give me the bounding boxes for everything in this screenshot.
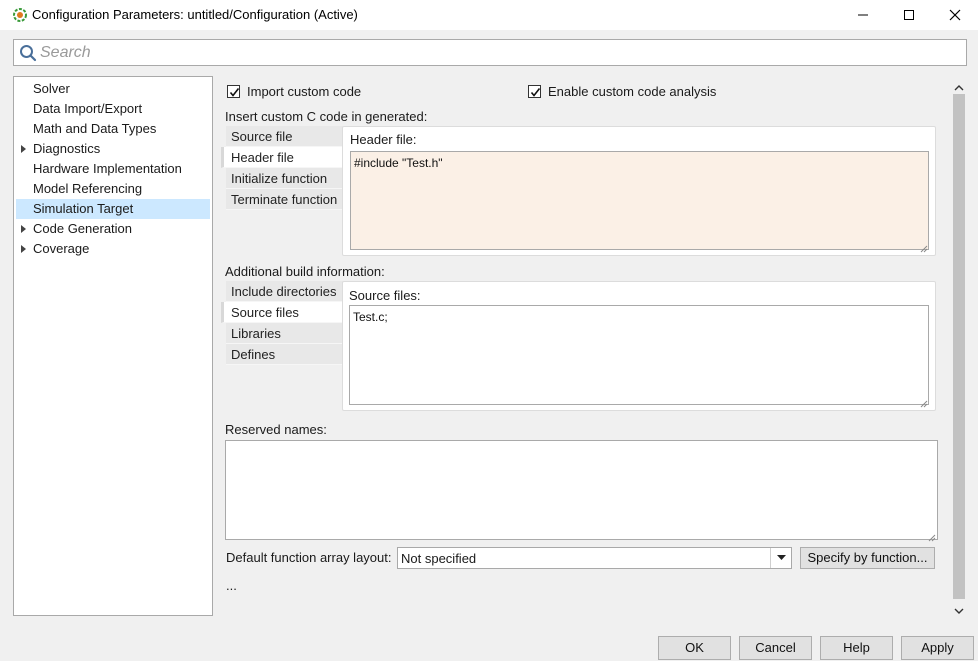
enable-analysis-label[interactable]: Enable custom code analysis	[548, 84, 716, 99]
tab-initialize-function[interactable]: Initialize function	[226, 168, 343, 189]
source-files-textarea[interactable]: Test.c;	[349, 305, 929, 405]
tree-item-label: Hardware Implementation	[33, 161, 182, 176]
help-button[interactable]: Help	[820, 636, 893, 660]
expand-arrow-icon[interactable]	[21, 225, 26, 233]
tree-item-solver[interactable]: Solver	[16, 79, 210, 99]
tree-item-label: Diagnostics	[33, 141, 101, 156]
expand-arrow-icon[interactable]	[21, 145, 26, 153]
scroll-up-icon[interactable]	[954, 80, 964, 91]
search-box[interactable]	[13, 39, 967, 66]
tree-item-simulation-target[interactable]: Simulation Target	[16, 199, 210, 219]
tree-item-math-data-types[interactable]: Math and Data Types	[16, 119, 210, 139]
expand-arrow-icon[interactable]	[21, 245, 26, 253]
tree-item-label: Solver	[33, 81, 70, 96]
array-layout-value: Not specified	[401, 551, 477, 566]
tree-item-label: Math and Data Types	[33, 121, 157, 136]
specify-by-function-button[interactable]: Specify by function...	[800, 547, 935, 569]
reserved-names-label: Reserved names:	[225, 422, 327, 437]
minimize-button[interactable]	[840, 0, 886, 30]
simulink-app-icon	[12, 7, 28, 23]
category-tree: Solver Data Import/Export Math and Data …	[13, 76, 213, 616]
header-file-panel: Header file: #include "Test.h"	[342, 126, 936, 256]
title-bar: Configuration Parameters: untitled/Confi…	[0, 0, 978, 30]
close-button[interactable]	[932, 0, 978, 30]
apply-button[interactable]: Apply	[901, 636, 974, 660]
search-input[interactable]	[40, 40, 960, 65]
array-layout-dropdown[interactable]: Not specified	[397, 547, 792, 569]
tree-item-coverage[interactable]: Coverage	[16, 239, 210, 259]
maximize-button[interactable]	[886, 0, 932, 30]
maximize-icon	[904, 10, 914, 20]
checkmark-icon	[530, 88, 541, 97]
tab-terminate-function[interactable]: Terminate function	[226, 189, 343, 210]
source-files-label: Source files:	[349, 288, 421, 303]
ok-button[interactable]: OK	[658, 636, 731, 660]
custom-code-section-label: Insert custom C code in generated:	[225, 109, 428, 124]
header-file-label: Header file:	[350, 132, 417, 147]
source-files-panel: Source files: Test.c;	[342, 281, 936, 411]
build-info-section-label: Additional build information:	[225, 264, 385, 279]
tree-item-label: Code Generation	[33, 221, 133, 236]
scroll-down-icon[interactable]	[954, 603, 964, 614]
tab-source-file[interactable]: Source file	[226, 126, 343, 147]
array-layout-label: Default function array layout:	[226, 550, 392, 565]
tree-item-code-generation[interactable]: Code Generation	[16, 219, 210, 239]
cancel-button[interactable]: Cancel	[739, 636, 812, 660]
scrollbar-thumb[interactable]	[953, 94, 965, 599]
dropdown-arrow-icon[interactable]	[770, 548, 791, 568]
resize-grip-icon[interactable]	[920, 396, 928, 408]
tree-item-label: Coverage	[33, 241, 90, 256]
more-ellipsis[interactable]: ...	[226, 578, 237, 593]
window-title: Configuration Parameters: untitled/Confi…	[32, 7, 358, 22]
import-custom-code-checkbox[interactable]	[227, 85, 240, 98]
build-info-tabs: Include directories Source files Librari…	[221, 281, 344, 365]
minimize-icon	[858, 14, 868, 16]
search-icon	[19, 44, 37, 62]
tree-item-diagnostics[interactable]: Diagnostics	[16, 139, 210, 159]
enable-analysis-checkbox[interactable]	[528, 85, 541, 98]
tree-item-label: Model Referencing	[33, 181, 143, 196]
tab-source-files[interactable]: Source files	[221, 302, 343, 323]
tab-libraries[interactable]: Libraries	[226, 323, 343, 344]
close-icon	[949, 9, 961, 21]
tree-item-label: Data Import/Export	[33, 101, 143, 116]
tree-item-data-import-export[interactable]: Data Import/Export	[16, 99, 210, 119]
tab-include-directories[interactable]: Include directories	[226, 281, 343, 302]
header-file-textarea[interactable]: #include "Test.h"	[350, 151, 929, 250]
reserved-names-textarea[interactable]	[225, 440, 938, 540]
resize-grip-icon[interactable]	[920, 241, 928, 253]
import-custom-code-label[interactable]: Import custom code	[247, 84, 361, 99]
tree-item-model-referencing[interactable]: Model Referencing	[16, 179, 210, 199]
tree-item-label: Simulation Target	[33, 201, 134, 216]
tree-item-hardware-implementation[interactable]: Hardware Implementation	[16, 159, 210, 179]
checkmark-icon	[229, 88, 240, 97]
vertical-scrollbar[interactable]	[951, 76, 967, 616]
tab-header-file[interactable]: Header file	[221, 147, 343, 168]
tab-defines[interactable]: Defines	[226, 344, 343, 365]
custom-code-tabs: Source file Header file Initialize funct…	[221, 126, 344, 210]
resize-grip-icon[interactable]	[928, 530, 936, 542]
